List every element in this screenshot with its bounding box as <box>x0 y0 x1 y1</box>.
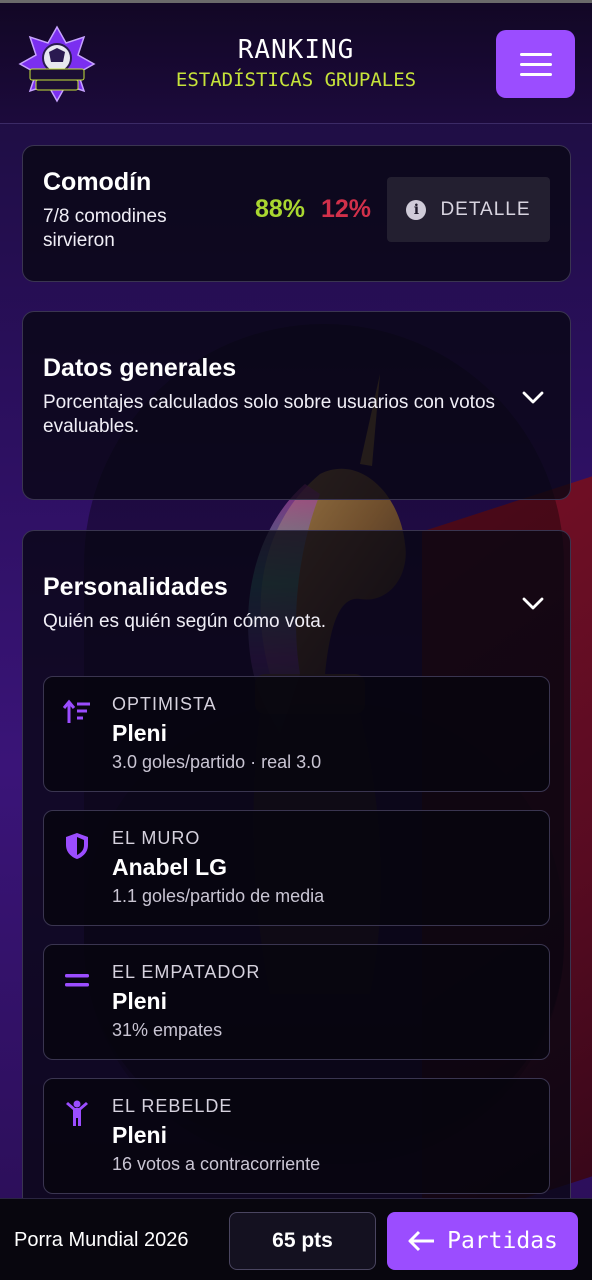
equals-icon <box>65 974 89 987</box>
personality-name: Pleni <box>112 720 167 746</box>
chevron-down-icon[interactable] <box>521 385 545 409</box>
personality-item-el-muro[interactable]: EL MURO Anabel LG 1.1 goles/partido de m… <box>43 810 550 926</box>
personality-category: EL REBELDE <box>112 1096 233 1116</box>
personality-category: EL EMPATADOR <box>112 962 261 982</box>
personalidades-description: Quién es quién según cómo vota. <box>43 611 327 632</box>
points-badge: 65 pts <box>229 1212 376 1270</box>
personality-detail: 1.1 goles/partido de media <box>112 886 325 906</box>
shield-icon <box>66 833 88 859</box>
datos-generales-title: Datos generales <box>43 354 237 382</box>
hamburger-menu-icon <box>519 52 552 56</box>
sort-ascending-icon <box>62 699 90 723</box>
personality-category: OPTIMISTA <box>112 694 217 714</box>
comodin-title: Comodín <box>43 168 152 196</box>
personality-item-el-empatador[interactable]: EL EMPATADOR Pleni 31% empates <box>43 944 550 1060</box>
person-arms-up-icon <box>66 1100 88 1126</box>
comodin-success-percent: 88% <box>255 195 306 223</box>
personality-category: EL MURO <box>112 828 201 848</box>
personality-detail: 16 votos a contracorriente <box>112 1154 321 1174</box>
personalidades-card: Personalidades Quién es quién según cómo… <box>22 530 571 1210</box>
personality-detail: 31% empates <box>112 1020 223 1040</box>
comodin-fail-percent: 12% <box>321 195 372 223</box>
personality-name: Pleni <box>112 1122 167 1148</box>
detalle-label: DETALLE <box>440 198 531 220</box>
partidas-label: Partidas <box>447 1228 558 1254</box>
arrow-left-icon <box>408 1230 435 1252</box>
personality-name: Anabel LG <box>112 854 228 880</box>
partidas-button[interactable]: Partidas <box>387 1212 578 1270</box>
detalle-button[interactable]: i DETALLE <box>387 177 550 242</box>
comodin-card: Comodín 7/8 comodines sirvieron 88% 12% … <box>22 145 571 282</box>
chevron-down-icon[interactable] <box>521 591 545 615</box>
datos-generales-card[interactable]: Datos generales Porcentajes calculados s… <box>22 311 571 500</box>
personality-item-optimista[interactable]: OPTIMISTA Pleni 3.0 goles/partido · real… <box>43 676 550 792</box>
comodin-description: 7/8 comodines sirvieron <box>43 206 167 251</box>
personality-name: Pleni <box>112 988 167 1014</box>
porra-name: Porra Mundial 2026 <box>14 1229 189 1251</box>
personalidades-title: Personalidades <box>43 573 228 601</box>
menu-button[interactable] <box>496 30 575 98</box>
bottom-bar: Porra Mundial 2026 65 pts Partidas <box>0 1198 592 1280</box>
datos-generales-description: Porcentajes calculados solo sobre usuari… <box>43 392 496 437</box>
personality-item-el-rebelde[interactable]: EL REBELDE Pleni 16 votos a contracorrie… <box>43 1078 550 1194</box>
app-header: RANKING ESTADÍSTICAS GRUPALES <box>0 0 592 124</box>
info-icon: i <box>406 199 427 220</box>
personality-detail: 3.0 goles/partido · real 3.0 <box>112 752 322 772</box>
